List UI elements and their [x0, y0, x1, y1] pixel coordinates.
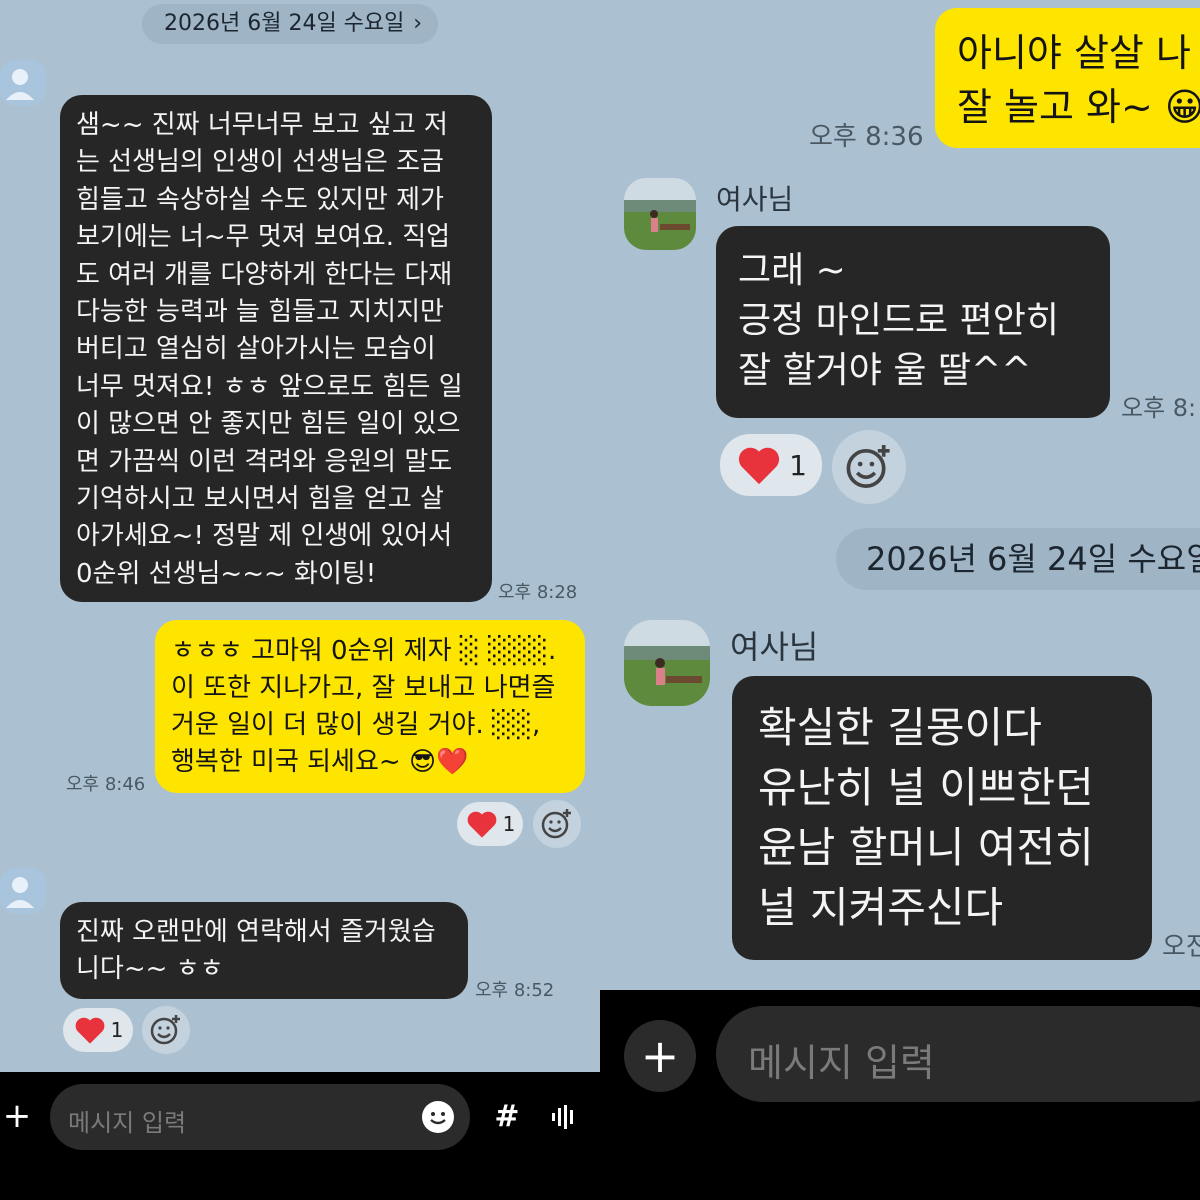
smile-plus-icon [846, 444, 890, 488]
message-time: 오후 8:52 [475, 980, 555, 1001]
attach-button[interactable]: + [624, 1020, 696, 1092]
profile-photo-image [624, 178, 696, 250]
message-time: 오전 [1162, 932, 1200, 962]
add-reaction-button[interactable] [832, 430, 906, 504]
message-bubble[interactable]: 샘~~ 진짜 너무너무 보고 싶고 저 는 선생님의 인생이 선생님은 조금 힘… [60, 95, 492, 602]
sound-wave-icon [552, 1105, 573, 1129]
input-bar: + 메시지 입력 # [0, 1072, 600, 1200]
my-message-bubble[interactable]: ㅎㅎㅎ 고마워 0순위 제자 ░ ░░░. 이 또한 지나가고, 잘 보내고 나… [155, 620, 585, 793]
chevron-right-icon: › [413, 11, 422, 36]
date-divider-label: 2026년 6월 24일 수요일 [164, 11, 405, 36]
reaction-count: 1 [502, 812, 516, 836]
smile-plus-icon [150, 1015, 180, 1045]
default-profile-icon [6, 877, 34, 908]
message-time: 오후 8:46 [66, 774, 146, 795]
input-bar: + 메시지 입력 [600, 990, 1200, 1200]
message-input[interactable]: 메시지 입력 [50, 1084, 470, 1150]
message-input-placeholder: 메시지 입력 [68, 1109, 187, 1137]
my-message-bubble[interactable]: 아니야 살살 나 잘 놀고 와~ 😀 [935, 8, 1200, 148]
smile-plus-icon [541, 809, 571, 839]
attach-button[interactable]: + [0, 1094, 34, 1140]
avatar[interactable] [0, 60, 46, 106]
message-bubble[interactable]: 그래 ~ 긍정 마인드로 편안히 잘 할거야 울 딸^^ [716, 226, 1110, 418]
voice-button[interactable] [540, 1094, 586, 1140]
reaction-badge[interactable]: 1 [63, 1008, 133, 1052]
message-time: 오후 8:28 [498, 582, 578, 603]
message-time: 오후 8:36 [809, 122, 924, 152]
left-chat-panel: 2026년 6월 24일 수요일 › 샘~~ 진짜 너무너무 보고 싶고 저 는… [0, 0, 600, 1200]
profile-photo[interactable] [624, 178, 696, 250]
profile-photo-image [624, 620, 710, 706]
date-divider-label: 2026년 6월 24일 수요일 [866, 540, 1200, 578]
message-bubble[interactable]: 확실한 길몽이다 유난히 널 이쁘한던 윤남 할머니 여전히 널 지켜주신다 [732, 676, 1152, 960]
date-divider[interactable]: 2026년 6월 24일 수요일 › [142, 4, 438, 44]
reaction-count: 1 [789, 448, 807, 482]
emoji-button[interactable] [422, 1101, 454, 1133]
date-divider[interactable]: 2026년 6월 24일 수요일 [836, 528, 1200, 590]
default-profile-icon [6, 69, 34, 100]
sender-name: 여사님 [730, 628, 819, 666]
emoji-icon [430, 1112, 446, 1125]
reaction-badge[interactable]: 1 [720, 434, 822, 496]
right-chat-panel: 아니야 살살 나 잘 놀고 와~ 😀 오후 8:36 여사님 그래 ~ 긍정 마… [600, 0, 1200, 1200]
message-bubble[interactable]: 진짜 오랜만에 연락해서 즐거웠습 니다~~ ㅎㅎ [60, 902, 468, 999]
message-input[interactable]: 메시지 입력 [716, 1006, 1200, 1102]
profile-photo[interactable] [624, 620, 710, 706]
reaction-count: 1 [110, 1018, 124, 1042]
add-reaction-button[interactable] [533, 800, 581, 848]
heart-icon [467, 811, 496, 838]
sender-name: 여사님 [716, 183, 794, 216]
message-input-placeholder: 메시지 입력 [748, 1041, 935, 1085]
reaction-badge[interactable]: 1 [457, 802, 523, 846]
add-reaction-button[interactable] [142, 1006, 190, 1054]
avatar[interactable] [0, 868, 46, 914]
message-time: 오후 8: [1121, 394, 1197, 422]
heart-icon [75, 1017, 104, 1044]
heart-icon [738, 447, 780, 485]
hashtag-button[interactable]: # [484, 1084, 530, 1150]
